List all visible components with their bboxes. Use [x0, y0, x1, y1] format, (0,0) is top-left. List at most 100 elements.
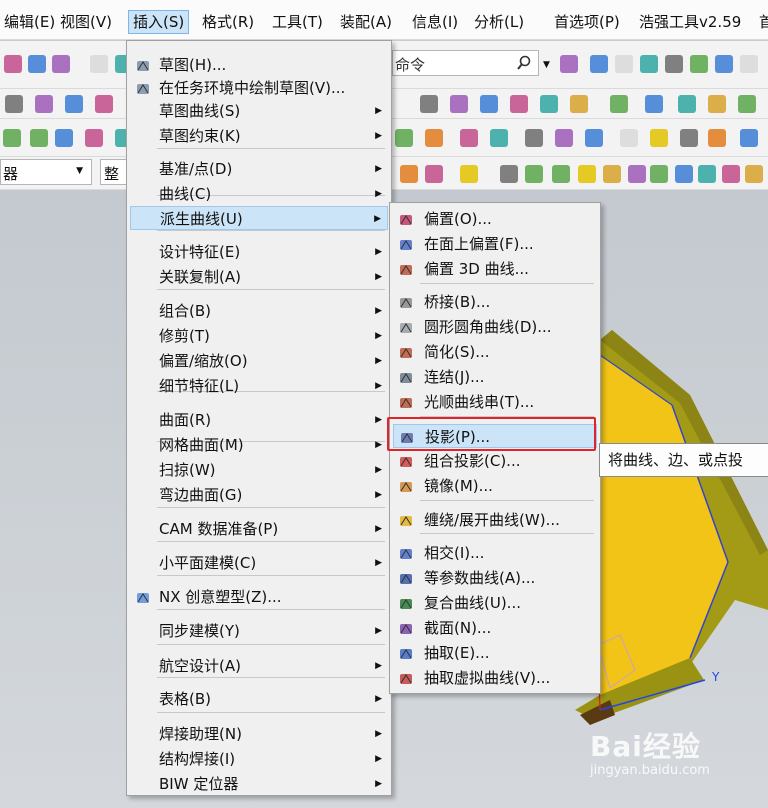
toolbar-tool-icon[interactable] — [510, 95, 528, 113]
insert-menu-item-修剪[interactable]: 修剪(T) ▶ — [130, 324, 388, 348]
toolbar-tool-icon[interactable] — [745, 165, 763, 183]
toolbar-tool-icon[interactable] — [628, 165, 646, 183]
toolbar-tool-icon[interactable] — [450, 95, 468, 113]
selection-filter-dropdown[interactable]: 器 ▼ — [0, 159, 92, 185]
toolbar-tool-icon[interactable] — [640, 55, 658, 73]
menu-1[interactable]: 视图(V) — [56, 10, 116, 34]
toolbar-tool-icon[interactable] — [525, 165, 543, 183]
insert-menu-item-网格曲面[interactable]: 网格曲面(M) ▶ — [130, 433, 388, 457]
toolbar-tool-icon[interactable] — [680, 129, 698, 147]
toolbar-tool-icon[interactable] — [570, 95, 588, 113]
command-search-box[interactable]: 命令 — [392, 50, 539, 76]
toolbar-tool-icon[interactable] — [650, 165, 668, 183]
insert-menu-item-曲线[interactable]: 曲线(C) ▶ — [130, 182, 388, 206]
derived-curve-item-简化[interactable]: 简化(S)... — [393, 340, 597, 364]
insert-menu-item-扫掠[interactable]: 扫掠(W) ▶ — [130, 458, 388, 482]
menu-4[interactable]: 工具(T) — [268, 10, 327, 34]
toolbar-tool-icon[interactable] — [645, 95, 663, 113]
toolbar-tool-icon[interactable] — [400, 165, 418, 183]
toolbar-tool-icon[interactable] — [740, 55, 758, 73]
toolbar-tool-icon[interactable] — [95, 95, 113, 113]
toolbar-tool-icon[interactable] — [525, 129, 543, 147]
menu-2[interactable]: 插入(S) — [128, 10, 190, 34]
derived-curve-item-圆形圆角曲线[interactable]: 圆形圆角曲线(D)... — [393, 315, 597, 339]
insert-menu-item-CAM-数据准备[interactable]: CAM 数据准备(P) ▶ — [130, 517, 388, 541]
insert-menu-item-BIW-定位器[interactable]: BIW 定位器 ▶ — [130, 772, 388, 796]
derived-curve-item-光顺曲线串[interactable]: 光顺曲线串(T)... — [393, 390, 597, 414]
toolbar-tool-icon[interactable] — [603, 165, 621, 183]
insert-menu-item-关联复制[interactable]: 关联复制(A) ▶ — [130, 265, 388, 289]
toolbar-tool-icon[interactable] — [678, 95, 696, 113]
toolbar-tool-icon[interactable] — [500, 165, 518, 183]
toolbar-tool-icon[interactable] — [460, 129, 478, 147]
toolbar-tool-icon[interactable] — [395, 129, 413, 147]
search-icon[interactable] — [516, 55, 532, 71]
toolbar-tool-icon[interactable] — [540, 95, 558, 113]
insert-menu-item-在任务环境中绘制草图[interactable]: 在任务环境中绘制草图(V)... — [130, 76, 388, 100]
toolbar-tool-icon[interactable] — [665, 55, 683, 73]
derived-curve-item-在面上偏置[interactable]: 在面上偏置(F)... — [393, 232, 597, 256]
menu-6[interactable]: 信息(I) — [408, 10, 462, 34]
toolbar-tool-icon[interactable] — [4, 55, 22, 73]
menu-0[interactable]: 编辑(E) — [0, 10, 59, 34]
toolbar-tool-icon[interactable] — [65, 95, 83, 113]
derived-curve-item-组合投影[interactable]: 组合投影(C)... — [393, 449, 597, 473]
derived-curve-item-抽取虚拟曲线[interactable]: 抽取虚拟曲线(V)... — [393, 666, 597, 690]
toolbar-tool-icon[interactable] — [90, 55, 108, 73]
insert-menu-item-草图约束[interactable]: 草图约束(K) ▶ — [130, 124, 388, 148]
toolbar-tool-icon[interactable] — [3, 129, 21, 147]
menu-3[interactable]: 格式(R) — [198, 10, 258, 34]
insert-menu-item-航空设计[interactable]: 航空设计(A) ▶ — [130, 654, 388, 678]
derived-curve-item-镜像[interactable]: 镜像(M)... — [393, 474, 597, 498]
toolbar-tool-icon[interactable] — [610, 95, 628, 113]
toolbar-tool-icon[interactable] — [480, 95, 498, 113]
derived-curve-item-连结[interactable]: 连结(J)... — [393, 365, 597, 389]
insert-menu-item-细节特征[interactable]: 细节特征(L) ▶ — [130, 374, 388, 398]
derived-curve-item-复合曲线[interactable]: 复合曲线(U)... — [393, 591, 597, 615]
toolbar-tool-icon[interactable] — [722, 165, 740, 183]
insert-menu-item-基准-点[interactable]: 基准/点(D) ▶ — [130, 157, 388, 181]
toolbar-tool-icon[interactable] — [425, 129, 443, 147]
insert-menu-item-焊接助理[interactable]: 焊接助理(N) ▶ — [130, 722, 388, 746]
insert-menu-item-小平面建模[interactable]: 小平面建模(C) ▶ — [130, 551, 388, 575]
derived-curve-item-偏置[interactable]: 偏置(O)... — [393, 207, 597, 231]
insert-menu-item-曲面[interactable]: 曲面(R) ▶ — [130, 408, 388, 432]
insert-menu-item-草图曲线[interactable]: 草图曲线(S) ▶ — [130, 99, 388, 123]
toolbar-tool-icon[interactable] — [52, 55, 70, 73]
insert-menu-item-设计特征[interactable]: 设计特征(E) ▶ — [130, 240, 388, 264]
toolbar-tool-icon[interactable] — [615, 55, 633, 73]
derived-curve-item-桥接[interactable]: 桥接(B)... — [393, 290, 597, 314]
toolbar-tool-icon[interactable] — [552, 165, 570, 183]
insert-menu-item-派生曲线[interactable]: 派生曲线(U) ▶ — [130, 206, 388, 230]
toolbar-tool-icon[interactable] — [740, 129, 758, 147]
toolbar-tool-icon[interactable] — [708, 129, 726, 147]
toolbar-tool-icon[interactable] — [650, 129, 668, 147]
menu-10[interactable]: 首 — [755, 10, 768, 34]
derived-curve-item-偏置-3D-曲线[interactable]: 偏置 3D 曲线... — [393, 257, 597, 281]
menu-7[interactable]: 分析(L) — [470, 10, 528, 34]
command-search-dropdown-arrow[interactable]: ▼ — [543, 60, 550, 70]
toolbar-tool-icon[interactable] — [698, 165, 716, 183]
derived-curve-item-相交[interactable]: 相交(I)... — [393, 541, 597, 565]
insert-menu-item-同步建模[interactable]: 同步建模(Y) ▶ — [130, 619, 388, 643]
toolbar-tool-icon[interactable] — [425, 165, 443, 183]
toolbar-tool-icon[interactable] — [555, 129, 573, 147]
toolbar-tool-icon[interactable] — [620, 129, 638, 147]
insert-menu-item-弯边曲面[interactable]: 弯边曲面(G) ▶ — [130, 483, 388, 507]
insert-menu-item-表格[interactable]: 表格(B) ▶ — [130, 687, 388, 711]
derived-curve-item-缠绕-展开曲线[interactable]: 缠绕/展开曲线(W)... — [393, 508, 597, 532]
menu-5[interactable]: 装配(A) — [336, 10, 396, 34]
derived-curve-item-等参数曲线[interactable]: 等参数曲线(A)... — [393, 566, 597, 590]
derived-curve-item-抽取[interactable]: 抽取(E)... — [393, 641, 597, 665]
toolbar-tool-icon[interactable] — [578, 165, 596, 183]
toolbar-tool-icon[interactable] — [420, 95, 438, 113]
menu-8[interactable]: 首选项(P) — [550, 10, 624, 34]
toolbar-tool-icon[interactable] — [560, 55, 578, 73]
toolbar-tool-icon[interactable] — [715, 55, 733, 73]
toolbar-tool-icon[interactable] — [585, 129, 603, 147]
menu-9[interactable]: 浩强工具v2.59 — [635, 10, 745, 34]
toolbar-tool-icon[interactable] — [55, 129, 73, 147]
insert-menu-item-草图[interactable]: 草图(H)... — [130, 53, 388, 77]
toolbar-tool-icon[interactable] — [490, 129, 508, 147]
insert-menu-item-偏置-缩放[interactable]: 偏置/缩放(O) ▶ — [130, 349, 388, 373]
